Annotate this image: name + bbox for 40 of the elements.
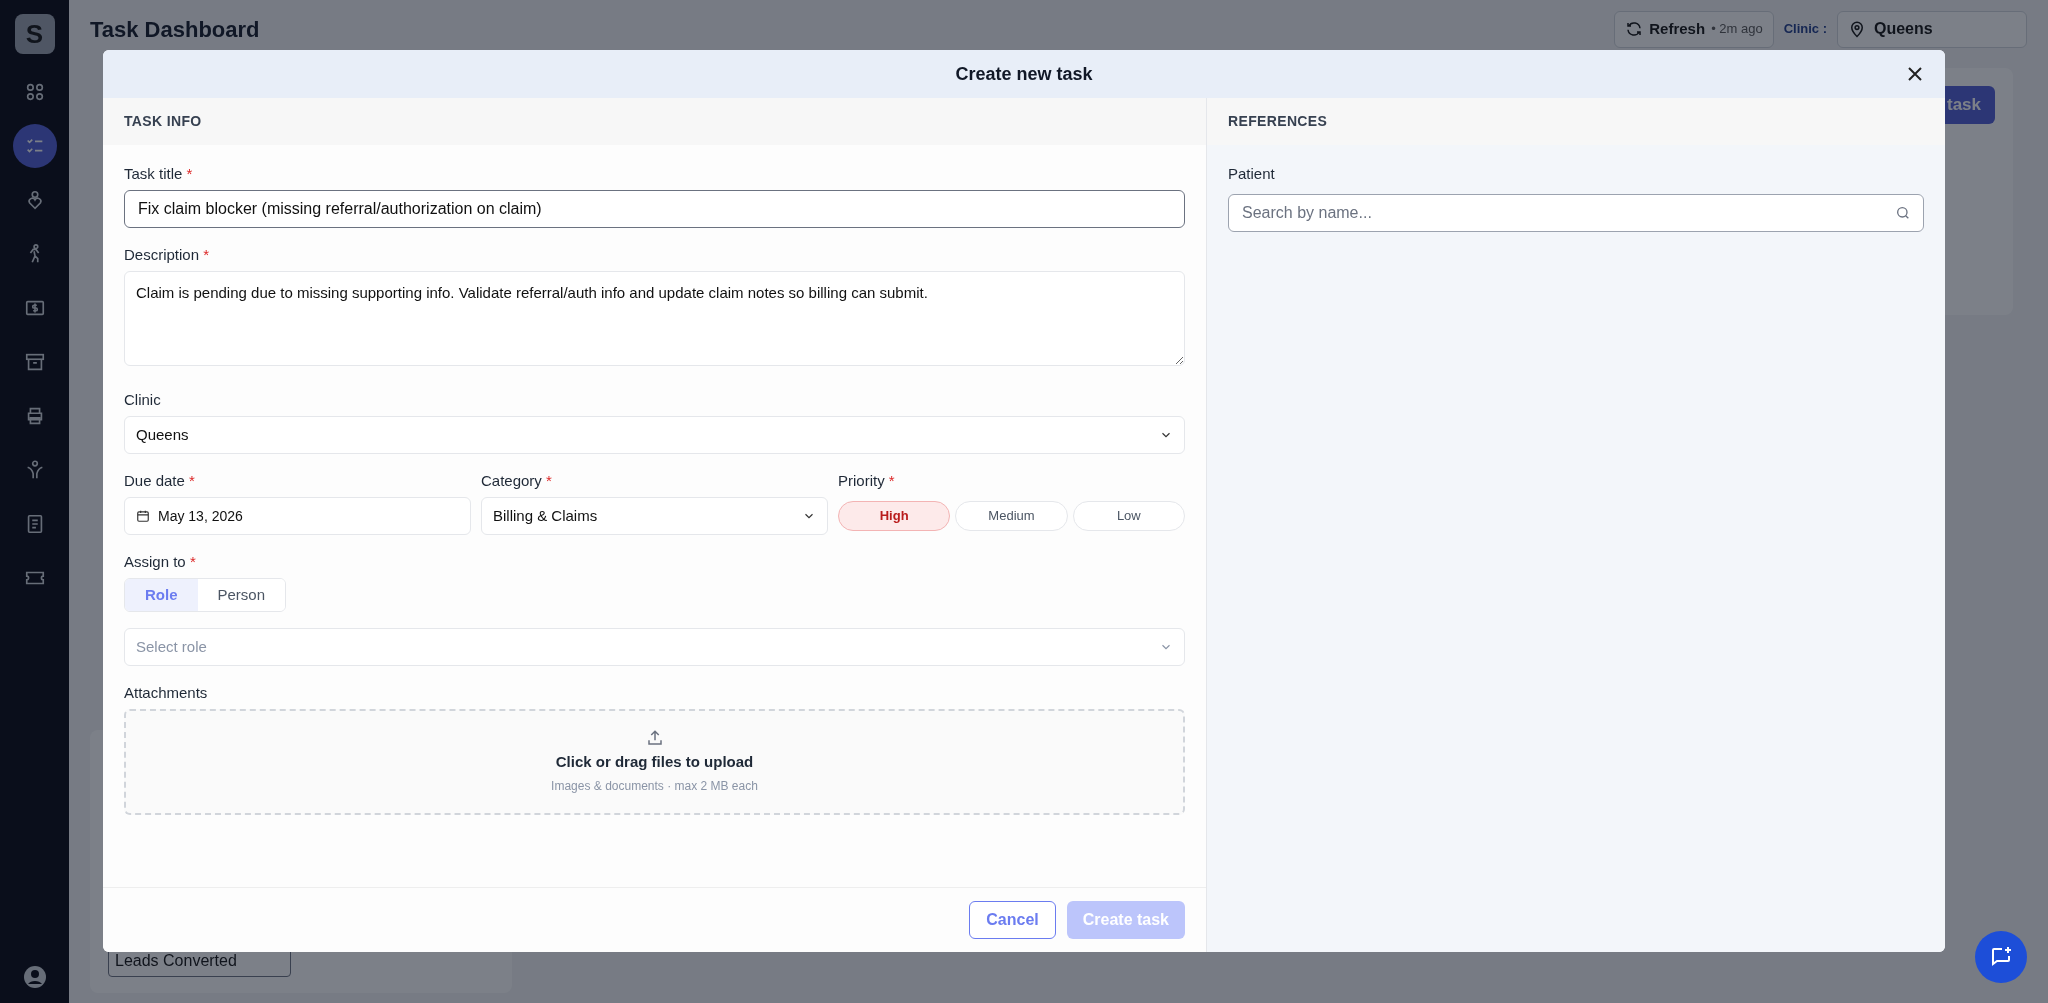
patient-search-field[interactable]: Search by name...	[1228, 193, 1924, 232]
cancel-button[interactable]: Cancel	[969, 901, 1056, 939]
priority-option[interactable]: Medium	[955, 501, 1068, 531]
field-label: Due date *	[124, 471, 196, 489]
field-label: Task title *	[124, 164, 194, 182]
sidebar-item[interactable]	[12, 124, 57, 168]
priority-option[interactable]: Low	[1072, 501, 1185, 531]
archive-box-icon	[23, 351, 46, 373]
field-label: Patient	[1228, 164, 1276, 184]
page-title: Task Dashboard	[90, 15, 260, 44]
upload-hint: Images & documents · max 2 MB each	[551, 778, 758, 796]
category-select[interactable]: Billing & Claims	[481, 497, 828, 535]
priority-option[interactable]: High	[838, 501, 951, 531]
refresh-icon	[1625, 20, 1644, 38]
due-date-field[interactable]: May 13, 2026	[124, 497, 471, 535]
clinic-select[interactable]: Queens	[124, 416, 1185, 454]
field-label: Attachments	[124, 683, 209, 701]
task-title-field[interactable]: Fix claim blocker (missing referral/authorization on claim)	[124, 190, 1185, 228]
chat-button[interactable]	[1975, 931, 2027, 983]
field-label: Assign to *	[124, 552, 197, 570]
location-pin-icon	[1848, 20, 1866, 38]
description-field[interactable]: Claim is pending due to missing supporting info. Validate referral/auth info and update claim notes so billing can submit.	[124, 271, 1185, 366]
refresh-button[interactable]: Refresh • 2m ago	[1614, 10, 1774, 48]
chat-sparkle-icon	[1989, 945, 2013, 969]
close-icon	[1907, 66, 1923, 82]
upload-icon	[645, 728, 664, 747]
calendar-icon	[136, 509, 150, 523]
field-label: Category *	[481, 471, 553, 489]
section-heading: REFERENCES	[1228, 112, 1328, 131]
clinic-label: Clinic :	[1783, 20, 1827, 39]
clinic-select[interactable]: Queens	[1837, 10, 2027, 48]
section-heading: TASK INFO	[124, 112, 202, 131]
modal-title: Create new task	[955, 62, 1093, 86]
field-label: Priority *	[838, 471, 896, 489]
user-avatar-icon[interactable]	[22, 965, 47, 989]
upload-dropzone[interactable]: Click or drag files to upload Images & documents · max 2 MB each	[124, 709, 1185, 815]
search-icon	[1895, 204, 1911, 221]
field-label: Clinic	[124, 390, 162, 408]
field-label: Description *	[124, 245, 211, 263]
upload-title: Click or drag files to upload	[555, 751, 754, 772]
